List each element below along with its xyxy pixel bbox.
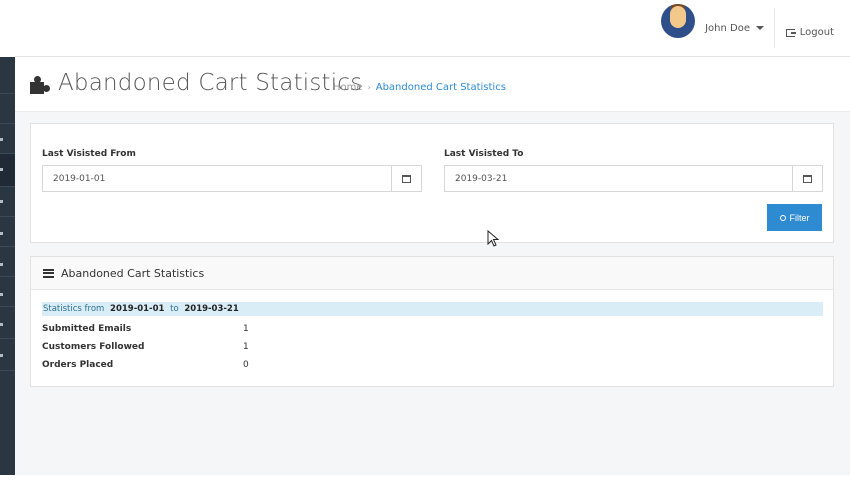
from-date-input[interactable]: 2019-01-01 [42,165,391,192]
filter-button[interactable]: Filter [767,204,822,231]
sidebar-item[interactable] [0,293,3,296]
sidebar-item[interactable] [0,138,3,141]
breadcrumb: Home › Abandoned Cart Statistics [333,82,506,93]
from-date-group: 2019-01-01 [42,165,422,192]
search-icon [779,214,786,221]
stat-value: 1 [243,324,249,334]
sidebar-divider [0,186,15,187]
to-label: Last Visisted To [444,149,524,159]
caret-down-icon [756,26,764,30]
avatar [661,4,696,38]
range-to: 2019-03-21 [184,304,239,314]
main-content: Last Visisted From 2019-01-01 Last Visis… [15,112,850,475]
filter-panel: Last Visisted From 2019-01-01 Last Visis… [30,123,834,243]
breadcrumb-current[interactable]: Abandoned Cart Statistics [376,82,506,93]
breadcrumb-home[interactable]: Home [333,82,363,93]
stat-value: 0 [243,360,249,370]
sidebar-divider [0,153,15,154]
user-menu[interactable]: John Doe [661,4,775,48]
puzzle-icon [30,74,52,94]
top-header: John Doe Logout [15,0,850,57]
filter-button-label: Filter [789,212,810,223]
range-from: 2019-01-01 [110,304,165,314]
sidebar-divider [0,93,15,94]
sidebar-divider [0,246,15,247]
stat-value: 1 [243,342,249,352]
user-name: John Doe [705,22,750,34]
stat-label: Customers Followed [42,342,145,352]
logout-label: Logout [799,27,834,38]
sidebar-item[interactable] [0,323,3,326]
sidebar-divider [0,306,15,307]
breadcrumb-separator-icon: › [367,83,371,92]
range-mid: to [170,304,179,314]
logout-icon [785,28,796,37]
sidebar-item[interactable] [0,354,3,357]
stat-row: Orders Placed 0 [42,360,342,374]
sidebar-divider [0,216,15,217]
sidebar-item[interactable] [0,232,3,235]
sidebar-divider [0,338,15,339]
list-icon [43,268,54,278]
to-calendar-button[interactable] [792,165,823,192]
to-date-input[interactable]: 2019-03-21 [444,165,792,192]
sidebar-item[interactable] [0,263,3,266]
page-header: Abandoned Cart Statistics Home › Abandon… [15,57,850,112]
sidebar-divider [0,370,15,371]
range-prefix: Statistics from [43,304,105,314]
mouse-cursor-icon [487,230,500,247]
logout-button[interactable]: Logout [785,27,834,38]
calendar-icon [402,174,411,183]
stat-label: Orders Placed [42,360,114,370]
from-calendar-button[interactable] [391,165,422,192]
footer-area [15,475,850,500]
stats-panel: Abandoned Cart Statistics Statistics fro… [30,256,834,387]
to-date-group: 2019-03-21 [444,165,823,192]
page-title: Abandoned Cart Statistics [58,70,363,96]
stat-row: Customers Followed 1 [42,342,342,356]
stat-label: Submitted Emails [42,324,132,334]
sidebar [0,0,15,500]
from-label: Last Visisted From [42,149,136,159]
sidebar-menu [0,57,15,475]
stats-heading: Abandoned Cart Statistics [61,266,205,280]
stat-row: Submitted Emails 1 [42,324,342,338]
calendar-icon [803,174,812,183]
sidebar-divider [0,123,15,124]
stats-range-alert: Statistics from 2019-01-01 to 2019-03-21 [42,302,823,316]
sidebar-divider [0,276,15,277]
sidebar-item[interactable] [0,200,3,203]
sidebar-item[interactable] [0,168,3,171]
stats-panel-heading: Abandoned Cart Statistics [31,257,833,290]
